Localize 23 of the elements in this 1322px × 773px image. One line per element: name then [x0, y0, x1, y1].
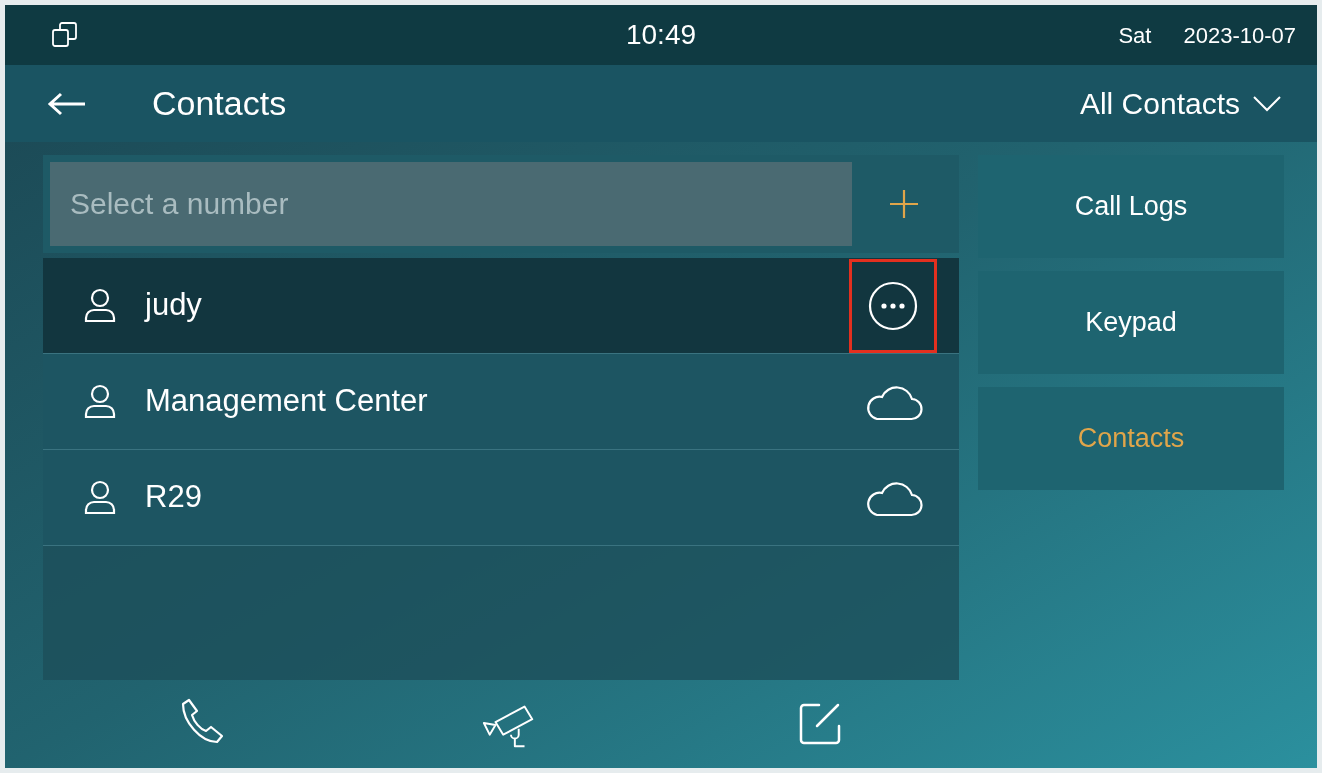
- side-menu-button[interactable]: Keypad: [978, 271, 1284, 374]
- person-icon: [83, 287, 117, 324]
- back-arrow-icon: [47, 91, 87, 116]
- contact-row[interactable]: R29: [43, 450, 959, 546]
- contact-row[interactable]: Management Center: [43, 354, 959, 450]
- day: Sat: [1118, 18, 1152, 52]
- person-icon: [83, 383, 117, 420]
- date: 2023-10-07: [1183, 21, 1296, 50]
- more-icon[interactable]: [867, 279, 919, 332]
- chevron-down-icon: [1252, 94, 1282, 113]
- page-title: Contacts: [152, 83, 287, 124]
- contact-row[interactable]: judy: [43, 258, 959, 354]
- clock: 10:49: [625, 18, 697, 52]
- windows-icon[interactable]: [50, 20, 80, 50]
- number-field[interactable]: Select a number: [50, 162, 852, 246]
- edit-icon[interactable]: [797, 701, 843, 747]
- contact-name: R29: [145, 478, 202, 517]
- contact-name: Management Center: [145, 382, 428, 421]
- contact-name: judy: [145, 286, 202, 325]
- side-menu-button[interactable]: Call Logs: [978, 155, 1284, 258]
- plus-icon: [889, 189, 919, 219]
- person-icon: [83, 479, 117, 516]
- contacts-filter-dropdown[interactable]: All Contacts: [1079, 81, 1282, 126]
